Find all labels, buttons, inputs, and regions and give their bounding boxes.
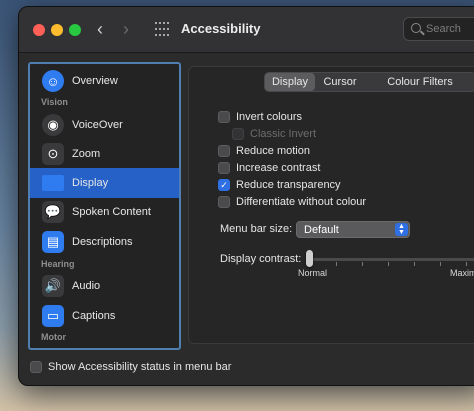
sidebar-item-audio[interactable]: 🔊 Audio <box>30 271 179 301</box>
checkbox[interactable] <box>218 162 230 174</box>
sidebar-item-label: Display <box>72 177 109 189</box>
checkbox[interactable] <box>218 111 230 123</box>
chevron-up-down-icon: ▲ ▼ <box>395 223 408 236</box>
search-input[interactable] <box>426 21 474 37</box>
zoom-icon: ⊙ <box>42 143 64 165</box>
tab-display[interactable]: Display <box>265 73 315 91</box>
minimize-button[interactable] <box>51 24 63 36</box>
sidebar-item-spoken-content[interactable]: 💬 Spoken Content <box>30 197 179 227</box>
sidebar-item-voiceover[interactable]: ◉ VoiceOver <box>30 110 179 140</box>
forward-arrow-icon[interactable]: › <box>123 19 129 39</box>
option-label: Classic Invert <box>250 128 317 140</box>
accessibility-icon: ☺ <box>42 70 64 92</box>
speaker-icon: 🔊 <box>42 275 64 297</box>
option-differentiate-without-colour[interactable]: Differentiate without colour <box>218 194 366 210</box>
display-contrast-slider-knob[interactable] <box>306 250 313 267</box>
menu-bar-size-label: Menu bar size: <box>220 223 293 235</box>
sidebar-section-hearing: Hearing <box>41 259 75 269</box>
sidebar-item-label: Captions <box>72 310 116 322</box>
slider-tick <box>362 262 363 266</box>
option-label: Increase contrast <box>236 162 321 174</box>
title-bar: ‹ › Accessibility <box>19 7 474 53</box>
sidebar: ☺ Overview Vision ◉ VoiceOver ⊙ Zoom Dis… <box>28 62 181 350</box>
status-label: Show Accessibility status in menu bar <box>48 361 232 373</box>
display-contrast-label: Display contrast: <box>220 253 302 265</box>
menu-bar-size-select[interactable]: Default ▲ ▼ <box>296 221 410 238</box>
sidebar-item-zoom[interactable]: ⊙ Zoom <box>30 139 179 169</box>
select-value: Default <box>304 224 339 236</box>
tab-bar: Display Cursor Colour Filters <box>264 72 474 92</box>
option-label: Invert colours <box>236 111 303 123</box>
checkbox[interactable] <box>218 196 230 208</box>
option-reduce-transparency[interactable]: ✓ Reduce transparency <box>218 177 341 193</box>
descriptions-icon: ▤ <box>42 231 64 253</box>
search-icon <box>411 23 421 33</box>
sidebar-item-overview[interactable]: ☺ Overview <box>30 66 179 96</box>
sidebar-item-captions[interactable]: ▭ Captions <box>30 301 179 331</box>
captions-icon: ▭ <box>42 305 64 327</box>
option-invert-colours[interactable]: Invert colours <box>218 109 302 125</box>
sidebar-item-descriptions[interactable]: ▤ Descriptions <box>30 227 179 257</box>
checkbox-checked[interactable]: ✓ <box>218 179 230 191</box>
voiceover-icon: ◉ <box>42 114 64 136</box>
sidebar-item-label: Overview <box>72 75 118 87</box>
sidebar-section-motor: Motor <box>41 332 66 342</box>
speech-bubble-icon: 💬 <box>42 201 64 223</box>
tab-cursor[interactable]: Cursor <box>315 73 365 91</box>
display-icon <box>42 175 64 191</box>
sidebar-item-label: Descriptions <box>72 236 133 248</box>
slider-min-label: Normal <box>298 268 328 278</box>
close-button[interactable] <box>33 24 45 36</box>
option-reduce-motion[interactable]: Reduce motion <box>218 143 310 159</box>
checkbox <box>232 128 244 140</box>
sidebar-section-vision: Vision <box>41 97 68 107</box>
sidebar-item-label: Zoom <box>72 148 101 160</box>
slider-tick <box>466 262 467 266</box>
option-classic-invert: Classic Invert <box>232 126 316 142</box>
slider-max-label: Maxim <box>450 268 474 278</box>
checkbox[interactable] <box>218 145 230 157</box>
window-title: Accessibility <box>181 21 261 36</box>
back-arrow-icon[interactable]: ‹ <box>97 19 103 39</box>
tab-colour-filters[interactable]: Colour Filters <box>365 73 474 91</box>
zoom-window-button[interactable] <box>69 24 81 36</box>
option-label: Reduce motion <box>236 145 310 157</box>
slider-tick <box>336 262 337 266</box>
search-field[interactable] <box>403 17 474 41</box>
slider-tick <box>414 262 415 266</box>
show-status-in-menu-bar[interactable]: Show Accessibility status in menu bar <box>30 359 231 375</box>
sidebar-item-label: Audio <box>72 280 101 292</box>
sidebar-item-label: VoiceOver <box>72 119 123 131</box>
sidebar-item-display[interactable]: Display <box>30 168 179 198</box>
option-label: Reduce transparency <box>236 179 341 191</box>
slider-tick <box>388 262 389 266</box>
display-contrast-slider-track[interactable] <box>308 258 474 261</box>
sidebar-item-label: Spoken Content <box>72 206 151 218</box>
option-label: Differentiate without colour <box>236 196 367 208</box>
slider-tick <box>440 262 441 266</box>
show-all-grid-icon[interactable] <box>155 22 171 38</box>
option-increase-contrast[interactable]: Increase contrast <box>218 160 320 176</box>
checkbox[interactable] <box>30 361 42 373</box>
